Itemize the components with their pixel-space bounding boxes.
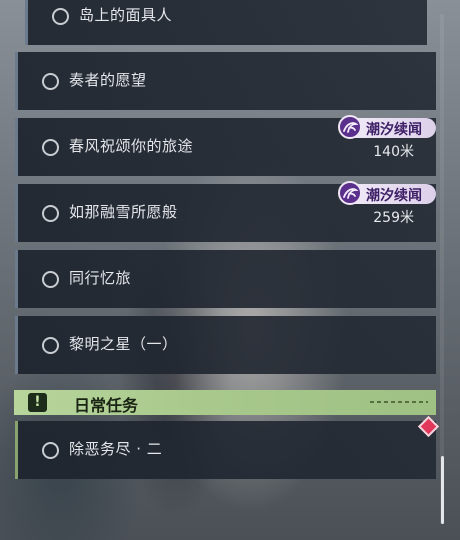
quest-distance: 140米 [373, 144, 414, 160]
tidal-swirl-icon [338, 115, 362, 139]
tidal-tales-tag: 潮汐续闻 [338, 115, 436, 139]
tidal-swirl-icon [338, 181, 362, 205]
tidal-tales-tag: 潮汐续闻 [338, 181, 436, 205]
quest-title: 除恶务尽 · 二 [69, 440, 163, 458]
quest-status-circle-icon [42, 271, 59, 288]
quest-status-circle-icon [42, 73, 59, 90]
quest-item-journey-memories[interactable]: 同行忆旅 [15, 250, 436, 308]
daily-quests-header[interactable]: ! 日常任务 [14, 390, 436, 415]
quest-list: 岛上的面具人 奏者的愿望 春风祝颂你的旅途 潮汐续闻 140米 如那融雪所愿般 … [0, 0, 460, 540]
quest-status-circle-icon [42, 337, 59, 354]
quest-title: 如那融雪所愿般 [69, 203, 178, 221]
quest-title: 黎明之星（一） [69, 335, 178, 353]
exclamation-icon: ! [28, 393, 47, 412]
quest-title: 春风祝颂你的旅途 [69, 137, 194, 155]
quest-item-melting-snow[interactable]: 如那融雪所愿般 潮汐续闻 259米 [15, 181, 436, 242]
quest-status-circle-icon [52, 8, 69, 25]
quest-title: 同行忆旅 [69, 269, 132, 287]
quest-title: 奏者的愿望 [69, 71, 147, 89]
tag-label: 潮汐续闻 [366, 188, 422, 204]
scrollbar-thumb[interactable] [441, 456, 444, 524]
quest-distance: 259米 [373, 210, 414, 226]
quest-status-circle-icon [42, 442, 59, 459]
quest-title: 岛上的面具人 [79, 6, 173, 24]
quest-item-daily-eradicate[interactable]: 除恶务尽 · 二 [15, 421, 436, 479]
quest-item-players-wish[interactable]: 奏者的愿望 [15, 52, 436, 110]
quest-status-circle-icon [42, 205, 59, 222]
scrollbar-track[interactable] [440, 14, 444, 524]
header-decoration [370, 401, 428, 403]
quest-item-dawn-star[interactable]: 黎明之星（一） [15, 316, 436, 374]
section-title: 日常任务 [74, 396, 139, 415]
quest-item-spring-breeze[interactable]: 春风祝颂你的旅途 潮汐续闻 140米 [15, 115, 436, 176]
quest-status-circle-icon [42, 139, 59, 156]
quest-item-masked-person[interactable]: 岛上的面具人 [25, 0, 427, 45]
tag-label: 潮汐续闻 [366, 122, 422, 138]
